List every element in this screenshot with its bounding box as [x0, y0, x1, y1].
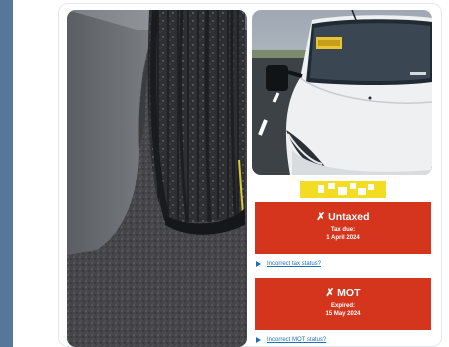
van-photo[interactable]: [252, 10, 432, 175]
incorrect-tax-status-text[interactable]: Incorrect tax status?: [267, 261, 321, 267]
left-sidebar-strip: [0, 0, 13, 347]
mot-status-title: ✗ MOT: [325, 287, 361, 299]
tyre-photo[interactable]: [67, 10, 247, 347]
mot-expired-label: Expired:: [330, 303, 355, 309]
tax-due-date: 1 April 2024: [326, 235, 360, 241]
mot-expired-date: 15 May 2024: [325, 311, 361, 317]
tyre-image: [67, 10, 247, 347]
disclosure-triangle-icon: [256, 337, 261, 343]
mot-status-panel: ✗ MOT Expired: 15 May 2024: [255, 278, 431, 330]
van-image: [252, 10, 432, 175]
tax-status-title: ✗ Untaxed: [316, 211, 370, 223]
plate-redaction: [318, 183, 374, 195]
incorrect-tax-status-link[interactable]: Incorrect tax status?: [256, 259, 321, 269]
disclosure-triangle-icon: [256, 261, 261, 267]
tax-due-label: Tax due:: [330, 227, 356, 233]
tax-status-panel: ✗ Untaxed Tax due: 1 April 2024: [255, 202, 431, 254]
incorrect-mot-status-text[interactable]: Incorrect MOT status?: [267, 337, 326, 343]
incorrect-mot-status-link[interactable]: Incorrect MOT status?: [256, 335, 326, 345]
